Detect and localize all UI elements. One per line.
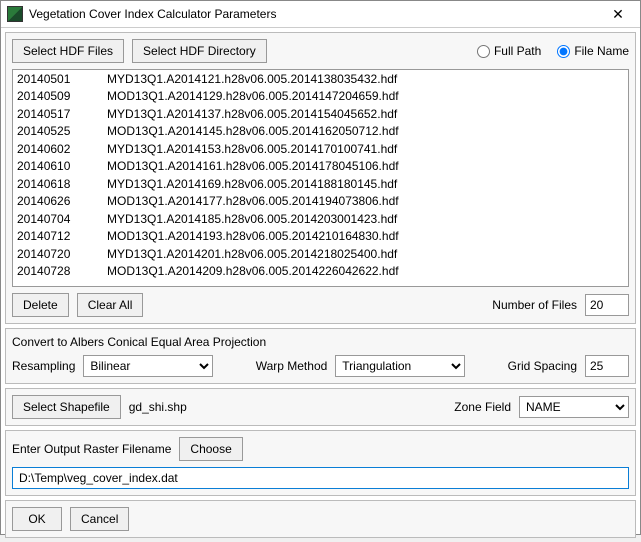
file-name-radio-input[interactable] <box>557 45 570 58</box>
file-name-label: File Name <box>574 44 629 58</box>
cancel-button[interactable]: Cancel <box>70 507 129 531</box>
file-name-cell: MYD13Q1.A2014121.h28v06.005.201413803543… <box>103 70 628 88</box>
num-files-value[interactable] <box>585 294 629 316</box>
app-icon <box>7 6 23 22</box>
num-files-label: Number of Files <box>492 298 577 312</box>
table-row[interactable]: 20140618MYD13Q1.A2014169.h28v06.005.2014… <box>13 175 628 193</box>
file-date-cell: 20140509 <box>13 88 103 106</box>
close-button[interactable]: ✕ <box>598 1 638 27</box>
file-date-cell: 20140610 <box>13 158 103 176</box>
resampling-label: Resampling <box>12 359 75 373</box>
warp-label: Warp Method <box>256 359 328 373</box>
actions-panel: OK Cancel <box>5 500 636 538</box>
output-path-input[interactable] <box>12 467 629 489</box>
content-area: Select HDF Files Select HDF Directory Fu… <box>1 28 640 542</box>
choose-button[interactable]: Choose <box>179 437 242 461</box>
file-date-cell: 20140626 <box>13 193 103 211</box>
projection-title: Convert to Albers Conical Equal Area Pro… <box>12 335 629 349</box>
resampling-select[interactable]: Bilinear <box>83 355 213 377</box>
zone-field-label: Zone Field <box>454 400 511 414</box>
warp-select[interactable]: Triangulation <box>335 355 465 377</box>
table-row[interactable]: 20140602MYD13Q1.A2014153.h28v06.005.2014… <box>13 140 628 158</box>
titlebar: Vegetation Cover Index Calculator Parame… <box>1 1 640 28</box>
shapefile-name: gd_shi.shp <box>129 400 187 414</box>
window-title: Vegetation Cover Index Calculator Parame… <box>29 7 598 21</box>
full-path-radio-input[interactable] <box>477 45 490 58</box>
table-row[interactable]: 20140525MOD13Q1.A2014145.h28v06.005.2014… <box>13 123 628 141</box>
delete-button[interactable]: Delete <box>12 293 69 317</box>
file-name-cell: MYD13Q1.A2014153.h28v06.005.201417010074… <box>103 140 628 158</box>
file-date-cell: 20140720 <box>13 245 103 263</box>
file-list[interactable]: 20140501MYD13Q1.A2014121.h28v06.005.2014… <box>12 69 629 287</box>
projection-panel: Convert to Albers Conical Equal Area Pro… <box>5 328 636 384</box>
file-name-radio[interactable]: File Name <box>557 44 629 58</box>
file-name-cell: MYD13Q1.A2014201.h28v06.005.201421802540… <box>103 245 628 263</box>
file-name-cell: MOD13Q1.A2014193.h28v06.005.201421016483… <box>103 228 628 246</box>
file-date-cell: 20140712 <box>13 228 103 246</box>
file-name-cell: MOD13Q1.A2014209.h28v06.005.201422604262… <box>103 263 628 281</box>
table-row[interactable]: 20140610MOD13Q1.A2014161.h28v06.005.2014… <box>13 158 628 176</box>
table-row[interactable]: 20140720MYD13Q1.A2014201.h28v06.005.2014… <box>13 245 628 263</box>
file-date-cell: 20140728 <box>13 263 103 281</box>
file-name-cell: MYD13Q1.A2014185.h28v06.005.201420300142… <box>103 210 628 228</box>
shapefile-panel: Select Shapefile gd_shi.shp Zone Field N… <box>5 388 636 426</box>
main-window: Vegetation Cover Index Calculator Parame… <box>0 0 641 535</box>
file-name-cell: MYD13Q1.A2014169.h28v06.005.201418818014… <box>103 175 628 193</box>
select-shapefile-button[interactable]: Select Shapefile <box>12 395 121 419</box>
file-date-cell: 20140704 <box>13 210 103 228</box>
select-hdf-directory-button[interactable]: Select HDF Directory <box>132 39 267 63</box>
full-path-radio[interactable]: Full Path <box>477 44 541 58</box>
grid-spacing-label: Grid Spacing <box>508 359 577 373</box>
select-hdf-files-button[interactable]: Select HDF Files <box>12 39 124 63</box>
file-date-cell: 20140517 <box>13 105 103 123</box>
table-row[interactable]: 20140517MYD13Q1.A2014137.h28v06.005.2014… <box>13 105 628 123</box>
file-name-cell: MOD13Q1.A2014161.h28v06.005.201417804510… <box>103 158 628 176</box>
zone-field-select[interactable]: NAME <box>519 396 629 418</box>
file-date-cell: 20140602 <box>13 140 103 158</box>
table-row[interactable]: 20140501MYD13Q1.A2014121.h28v06.005.2014… <box>13 70 628 88</box>
ok-button[interactable]: OK <box>12 507 62 531</box>
file-name-cell: MOD13Q1.A2014129.h28v06.005.201414720465… <box>103 88 628 106</box>
file-date-cell: 20140525 <box>13 123 103 141</box>
clear-all-button[interactable]: Clear All <box>77 293 144 317</box>
full-path-label: Full Path <box>494 44 541 58</box>
path-mode-radio-group: Full Path File Name <box>477 44 629 58</box>
output-panel: Enter Output Raster Filename Choose <box>5 430 636 496</box>
table-row[interactable]: 20140626MOD13Q1.A2014177.h28v06.005.2014… <box>13 193 628 211</box>
file-date-cell: 20140618 <box>13 175 103 193</box>
files-panel: Select HDF Files Select HDF Directory Fu… <box>5 32 636 324</box>
file-date-cell: 20140501 <box>13 70 103 88</box>
table-row[interactable]: 20140728MOD13Q1.A2014209.h28v06.005.2014… <box>13 263 628 281</box>
output-label: Enter Output Raster Filename <box>12 442 171 456</box>
table-row[interactable]: 20140509MOD13Q1.A2014129.h28v06.005.2014… <box>13 88 628 106</box>
file-name-cell: MOD13Q1.A2014177.h28v06.005.201419407380… <box>103 193 628 211</box>
grid-spacing-input[interactable] <box>585 355 629 377</box>
file-name-cell: MOD13Q1.A2014145.h28v06.005.201416205071… <box>103 123 628 141</box>
table-row[interactable]: 20140712MOD13Q1.A2014193.h28v06.005.2014… <box>13 228 628 246</box>
file-name-cell: MYD13Q1.A2014137.h28v06.005.201415404565… <box>103 105 628 123</box>
table-row[interactable]: 20140704MYD13Q1.A2014185.h28v06.005.2014… <box>13 210 628 228</box>
